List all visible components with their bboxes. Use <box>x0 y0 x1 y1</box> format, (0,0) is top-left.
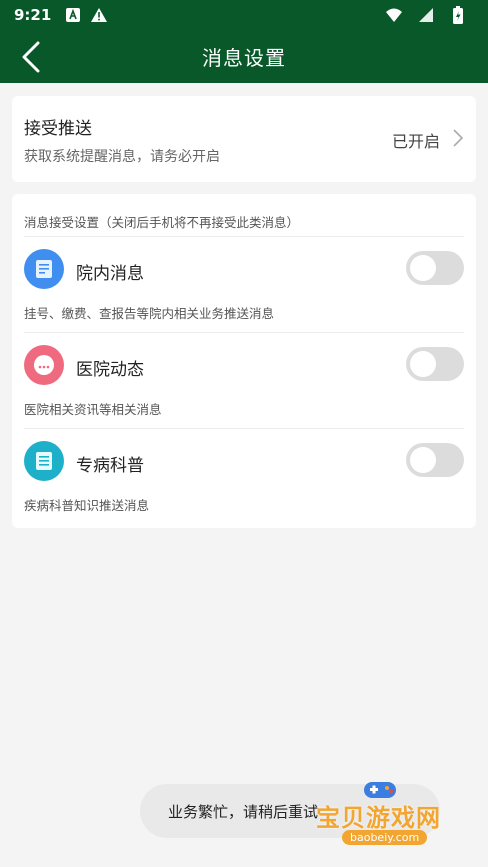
setting-row-disease-science: 专病科普 疾病科普知识推送消息 <box>12 429 476 525</box>
setting-row-hospital-news: 医院动态 医院相关资讯等相关消息 <box>12 333 476 429</box>
setting-name: 院内消息 <box>76 264 144 284</box>
setting-desc: 医院相关资讯等相关消息 <box>24 402 162 417</box>
wifi-icon <box>384 5 404 25</box>
hospital-messages-toggle[interactable] <box>406 251 464 285</box>
push-title: 接受推送 <box>24 119 92 139</box>
push-setting-card[interactable]: 接受推送 获取系统提醒消息，请务必开启 已开启 <box>12 96 476 182</box>
page-title: 消息设置 <box>202 46 286 70</box>
status-bar: 9:21 <box>0 0 488 30</box>
push-status: 已开启 <box>391 132 440 151</box>
status-time: 9:21 <box>14 6 52 24</box>
chevron-left-icon <box>22 41 40 73</box>
setting-desc: 挂号、缴费、查报告等院内相关业务推送消息 <box>24 306 275 321</box>
hospital-news-toggle[interactable] <box>406 347 464 381</box>
setting-name: 专病科普 <box>76 456 144 476</box>
battery-icon <box>448 5 468 25</box>
back-button[interactable] <box>14 40 48 74</box>
chat-bubble-icon <box>24 345 64 385</box>
watermark-text: 宝贝游戏网 <box>316 804 441 832</box>
watermark-url: baobeiy.com <box>342 830 428 845</box>
setting-row-hospital-messages: 院内消息 挂号、缴费、查报告等院内相关业务推送消息 <box>12 237 476 333</box>
chevron-right-icon <box>453 129 464 147</box>
disease-science-toggle[interactable] <box>406 443 464 477</box>
signal-icon <box>416 5 436 25</box>
warning-icon <box>89 5 109 25</box>
toggle-knob <box>410 447 436 473</box>
toggle-knob <box>410 351 436 377</box>
setting-desc: 疾病科普知识推送消息 <box>24 498 150 513</box>
article-icon <box>24 441 64 481</box>
message-settings-card: 消息接受设置（关闭后手机将不再接受此类消息） 院内消息 挂号、缴费、查报告等院内… <box>12 194 476 528</box>
watermark: 宝贝游戏网 baobeiy.com <box>316 776 484 864</box>
setting-name: 医院动态 <box>76 360 144 380</box>
app-bar: 消息设置 <box>0 30 488 83</box>
toggle-knob <box>410 255 436 281</box>
push-subtitle: 获取系统提醒消息，请务必开启 <box>24 149 220 165</box>
document-icon <box>24 249 64 289</box>
notification-a-icon <box>63 5 83 25</box>
settings-header: 消息接受设置（关闭后手机将不再接受此类消息） <box>24 215 300 230</box>
